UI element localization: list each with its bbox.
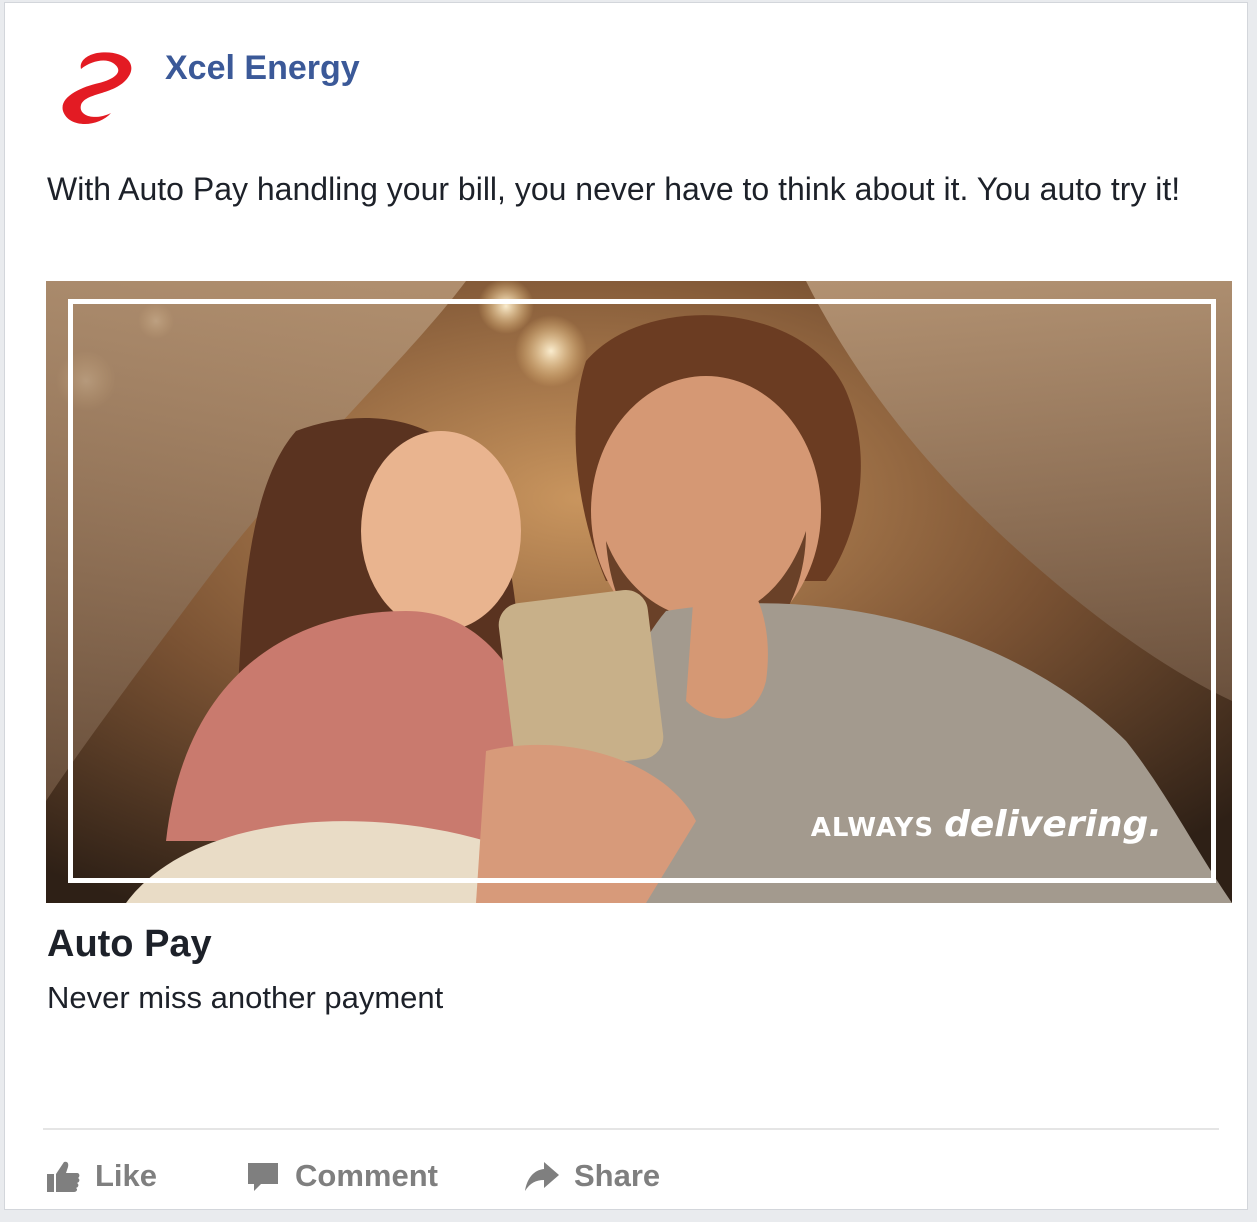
link-title[interactable]: Auto Pay: [47, 923, 212, 966]
share-icon: [524, 1162, 559, 1191]
post-text: With Auto Pay handling your bill, you ne…: [47, 171, 1181, 207]
post-card: Xcel Energy With Auto Pay handling your …: [4, 2, 1248, 1210]
hero-image[interactable]: ALWAYS delivering.: [46, 281, 1232, 903]
comment-button[interactable]: Comment: [245, 1158, 438, 1194]
tagline-prefix: ALWAYS: [810, 813, 935, 843]
always-delivering-tagline: ALWAYS delivering.: [811, 804, 1162, 845]
xcel-energy-logo[interactable]: [51, 43, 147, 139]
thumbs-up-icon: [47, 1161, 80, 1192]
comment-icon: [248, 1163, 279, 1191]
hero-frame: [68, 299, 1216, 883]
actions-divider: [43, 1128, 1219, 1130]
action-bar: Like Comment Share: [45, 1151, 746, 1201]
share-button[interactable]: Share: [524, 1158, 660, 1194]
like-button[interactable]: Like: [45, 1158, 157, 1194]
page-name-link[interactable]: Xcel Energy: [165, 49, 360, 88]
comment-label: Comment: [295, 1158, 438, 1193]
share-label: Share: [573, 1158, 661, 1193]
link-description: Never miss another payment: [47, 980, 444, 1015]
tagline-suffix: delivering.: [944, 804, 1162, 845]
like-label: Like: [95, 1158, 158, 1193]
